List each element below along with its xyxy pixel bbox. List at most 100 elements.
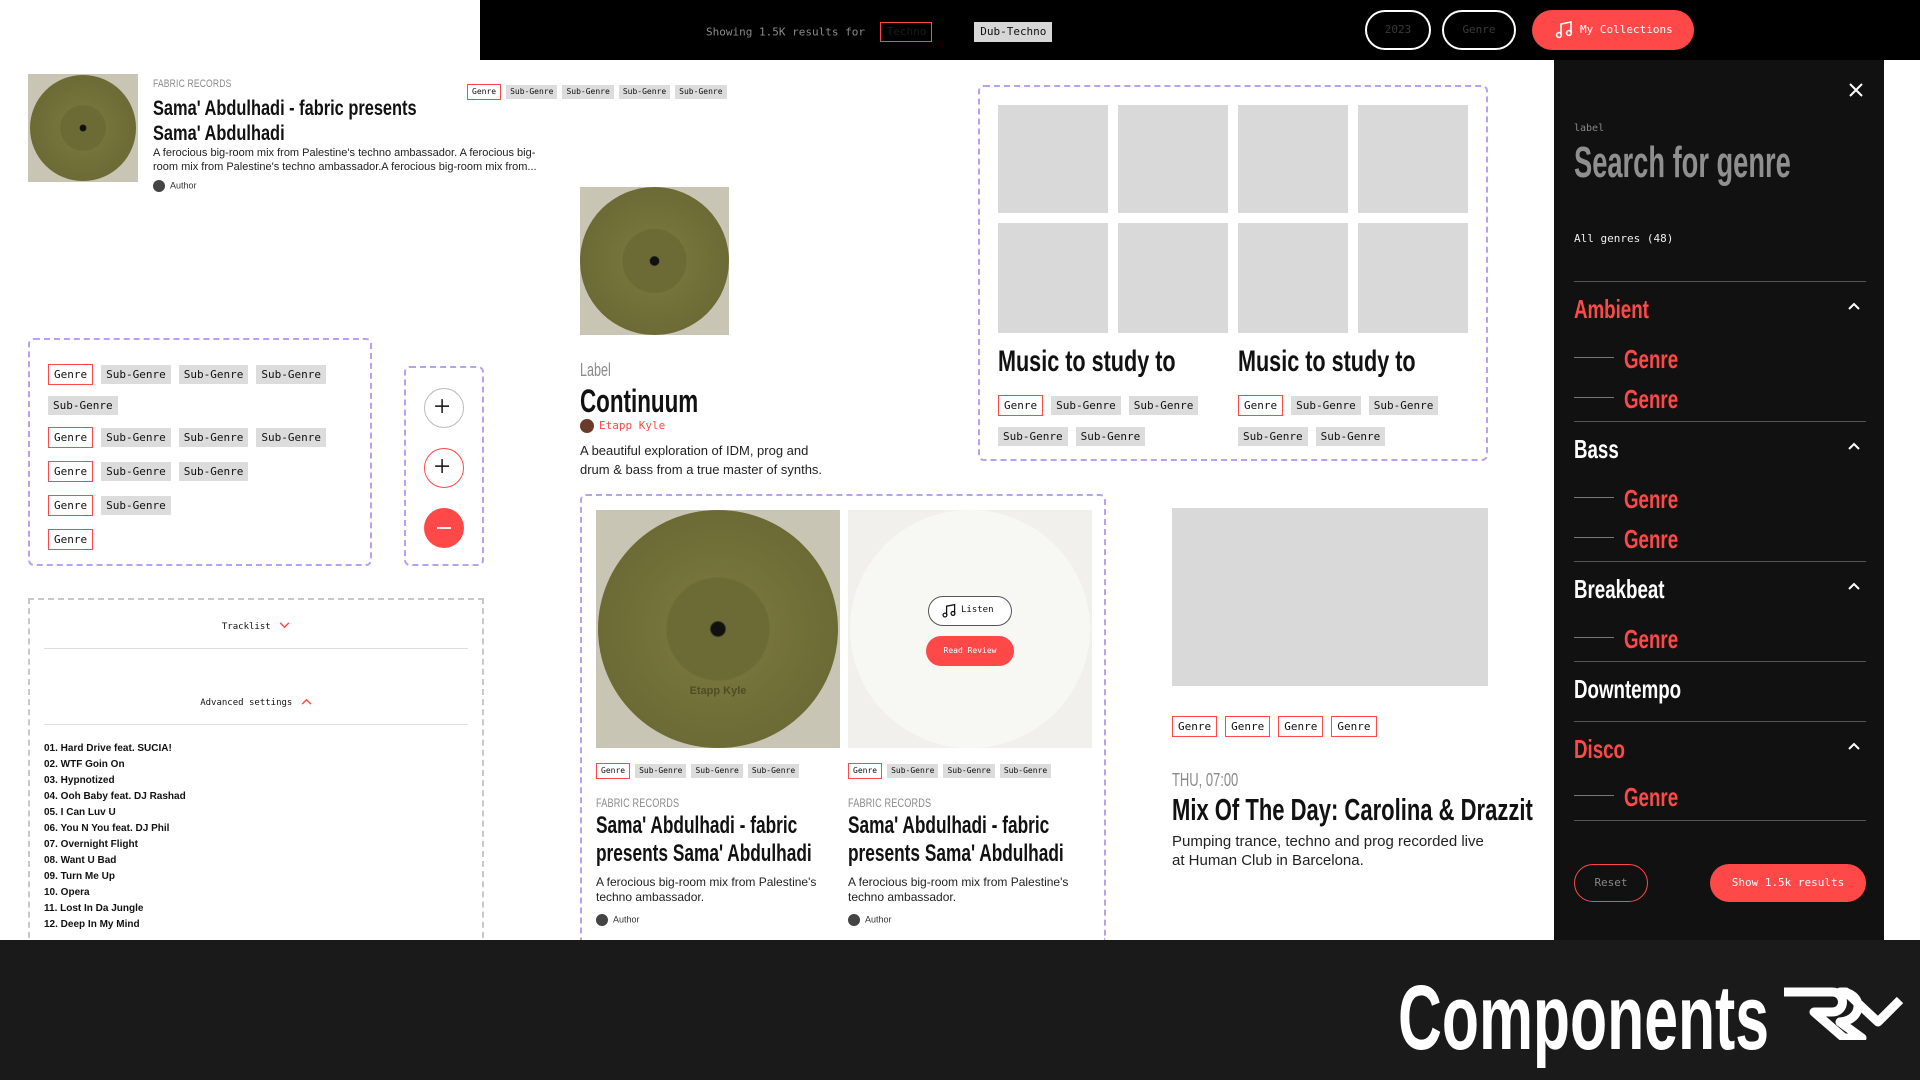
genre-tag[interactable]: Genre xyxy=(48,427,94,448)
genre-tag[interactable]: Genre xyxy=(467,84,502,100)
reset-button[interactable]: Reset xyxy=(1574,864,1648,902)
subgenre-tag[interactable]: Sub-Genre xyxy=(1315,427,1386,446)
genre-tag[interactable]: Genre xyxy=(48,495,94,516)
mix-title[interactable]: Mix Of The Day: Carolina & Drazzit xyxy=(1172,792,1533,828)
all-genres-count[interactable]: All genres (48) xyxy=(1574,232,1673,245)
genre-option[interactable]: Genre xyxy=(1574,524,1866,554)
genre-filter-button[interactable]: Genre xyxy=(1442,10,1516,50)
listen-button[interactable]: Listen xyxy=(928,596,1012,626)
genre-option[interactable]: Genre xyxy=(1574,344,1866,374)
tracklist-toggle[interactable]: Tracklist xyxy=(30,622,482,632)
subgenre-tag[interactable]: Sub-Genre xyxy=(1075,427,1146,446)
subgenre-tag[interactable]: Sub-Genre xyxy=(675,85,727,99)
track-item[interactable]: 11. Lost In Da Jungle xyxy=(44,901,186,917)
advanced-settings-toggle[interactable]: Advanced settings xyxy=(30,698,482,708)
genre-tag[interactable]: Genre xyxy=(848,763,883,779)
genre-tag[interactable]: Genre xyxy=(1278,716,1324,737)
year-filter-button[interactable]: 2023 xyxy=(1365,10,1431,50)
chevron-up-icon[interactable] xyxy=(1846,738,1862,754)
genre-tag[interactable]: Genre xyxy=(48,529,94,550)
playlist-title[interactable]: Music to study to xyxy=(998,345,1176,379)
genre-tag[interactable]: Genre xyxy=(1238,395,1284,416)
author-byline[interactable]: Author xyxy=(153,180,197,192)
close-icon[interactable] xyxy=(1846,80,1866,100)
subgenre-tag[interactable]: Sub-Genre xyxy=(506,85,558,99)
release-card-continuum[interactable]: Label Continuum Etapp Kyle A beautiful e… xyxy=(580,187,860,487)
remove-button[interactable] xyxy=(424,508,464,548)
chevron-up-icon[interactable] xyxy=(1846,578,1862,594)
subgenre-tag[interactable]: Sub-Genre xyxy=(1238,427,1308,446)
genre-search-input[interactable]: Search for genre xyxy=(1574,138,1791,188)
genre-tag[interactable]: Genre xyxy=(596,763,631,779)
release-title[interactable]: Continuum xyxy=(580,383,698,420)
track-item[interactable]: 09. Turn Me Up xyxy=(44,869,186,885)
genre-tag[interactable]: Genre xyxy=(48,461,94,482)
my-collections-button[interactable]: My Collections xyxy=(1532,10,1694,50)
release-title[interactable]: Sama' Abdulhadi - fabric presents Sama' … xyxy=(153,96,434,146)
genre-option[interactable]: Genre xyxy=(1574,624,1866,654)
genre-tag[interactable]: Genre xyxy=(1331,716,1377,737)
subgenre-tag[interactable]: Sub-Genre xyxy=(562,85,614,99)
subgenre-tag[interactable]: Sub-Genre xyxy=(1128,396,1199,415)
subgenre-tag[interactable]: Sub-Genre xyxy=(101,462,171,481)
subgenre-tag[interactable]: Sub-Genre xyxy=(618,85,671,99)
release-card[interactable]: Etapp Kyle Genre Sub-Genre Sub-Genre Sub-Ge… xyxy=(596,510,840,940)
artist-byline[interactable]: Etapp Kyle xyxy=(580,419,665,433)
add-button-hover[interactable] xyxy=(424,448,464,488)
chevron-up-icon[interactable] xyxy=(1846,298,1862,314)
subgenre-tag[interactable]: Sub-Genre xyxy=(48,396,118,415)
subgenre-tag[interactable]: Sub-Genre xyxy=(1051,396,1121,415)
track-item[interactable]: 12. Deep In My Mind xyxy=(44,917,186,933)
playlist-title[interactable]: Music to study to xyxy=(1238,345,1416,379)
secondary-filter-chip[interactable]: Dub-Techno xyxy=(974,22,1053,42)
author-byline[interactable]: Author xyxy=(848,914,892,926)
subgenre-tag[interactable]: Sub-Genre xyxy=(887,764,939,778)
track-item[interactable]: 03. Hypnotized xyxy=(44,773,186,789)
track-item[interactable]: 04. Ooh Baby feat. DJ Rashad xyxy=(44,789,186,805)
accordion-header[interactable]: Bass xyxy=(1574,434,1619,465)
subgenre-tag[interactable]: Sub-Genre xyxy=(178,462,249,481)
subgenre-tag[interactable]: Sub-Genre xyxy=(999,764,1052,778)
track-item[interactable]: 05. I Can Luv U xyxy=(44,805,186,821)
genre-tag[interactable]: Genre xyxy=(1172,716,1218,737)
track-item[interactable]: 02. WTF Goin On xyxy=(44,757,186,773)
genre-tag[interactable]: Genre xyxy=(48,364,94,385)
show-results-button[interactable]: Show 1.5k results xyxy=(1710,864,1866,902)
subgenre-tag[interactable]: Sub-Genre xyxy=(1368,396,1439,415)
subgenre-tag[interactable]: Sub-Genre xyxy=(178,365,249,384)
subgenre-tag[interactable]: Sub-Genre xyxy=(747,764,800,778)
track-item[interactable]: 10. Opera xyxy=(44,885,186,901)
subgenre-tag[interactable]: Sub-Genre xyxy=(256,428,326,447)
active-filter-chip[interactable]: Techno xyxy=(879,22,932,42)
track-item[interactable]: 07. Overnight Flight xyxy=(44,837,186,853)
genre-option[interactable]: Genre xyxy=(1574,782,1866,812)
genre-option[interactable]: Genre xyxy=(1574,384,1866,414)
subgenre-tag[interactable]: Sub-Genre xyxy=(1291,396,1361,415)
release-title[interactable]: Sama' Abdulhadi - fabric presents Sama' … xyxy=(596,812,826,868)
read-review-button[interactable]: Read Review xyxy=(926,636,1014,666)
accordion-header[interactable]: Disco xyxy=(1574,734,1625,765)
release-title[interactable]: Sama' Abdulhadi - fabric presents Sama' … xyxy=(848,812,1078,868)
genre-tag[interactable]: Genre xyxy=(998,395,1044,416)
subgenre-tag[interactable]: Sub-Genre xyxy=(691,764,743,778)
track-item[interactable]: 06. You N You feat. DJ Phil xyxy=(44,821,186,837)
subgenre-tag[interactable]: Sub-Genre xyxy=(256,365,326,384)
subgenre-tag[interactable]: Sub-Genre xyxy=(101,428,171,447)
chevron-up-icon[interactable] xyxy=(1846,438,1862,454)
accordion-header[interactable]: Downtempo xyxy=(1574,674,1681,705)
subgenre-tag[interactable]: Sub-Genre xyxy=(998,427,1068,446)
subgenre-tag[interactable]: Sub-Genre xyxy=(635,764,687,778)
accordion-header[interactable]: Breakbeat xyxy=(1574,574,1665,605)
release-card-hover[interactable]: Listen Read Review Genre Sub-Genre Sub-Gen… xyxy=(848,510,1092,940)
mix-card[interactable]: Genre Genre Genre Genre THU, 07:00 Mix Of T… xyxy=(1172,508,1533,878)
track-item[interactable]: 01. Hard Drive feat. SUCIA! xyxy=(44,741,186,757)
subgenre-tag[interactable]: Sub-Genre xyxy=(943,764,995,778)
subgenre-tag[interactable]: Sub-Genre xyxy=(178,428,249,447)
accordion-header[interactable]: Ambient xyxy=(1574,294,1649,325)
track-item[interactable]: 08. Want U Bad xyxy=(44,853,186,869)
genre-tag[interactable]: Genre xyxy=(1225,716,1271,737)
add-button[interactable] xyxy=(424,388,464,428)
subgenre-tag[interactable]: Sub-Genre xyxy=(101,496,171,515)
author-byline[interactable]: Author xyxy=(596,914,640,926)
subgenre-tag[interactable]: Sub-Genre xyxy=(101,365,171,384)
